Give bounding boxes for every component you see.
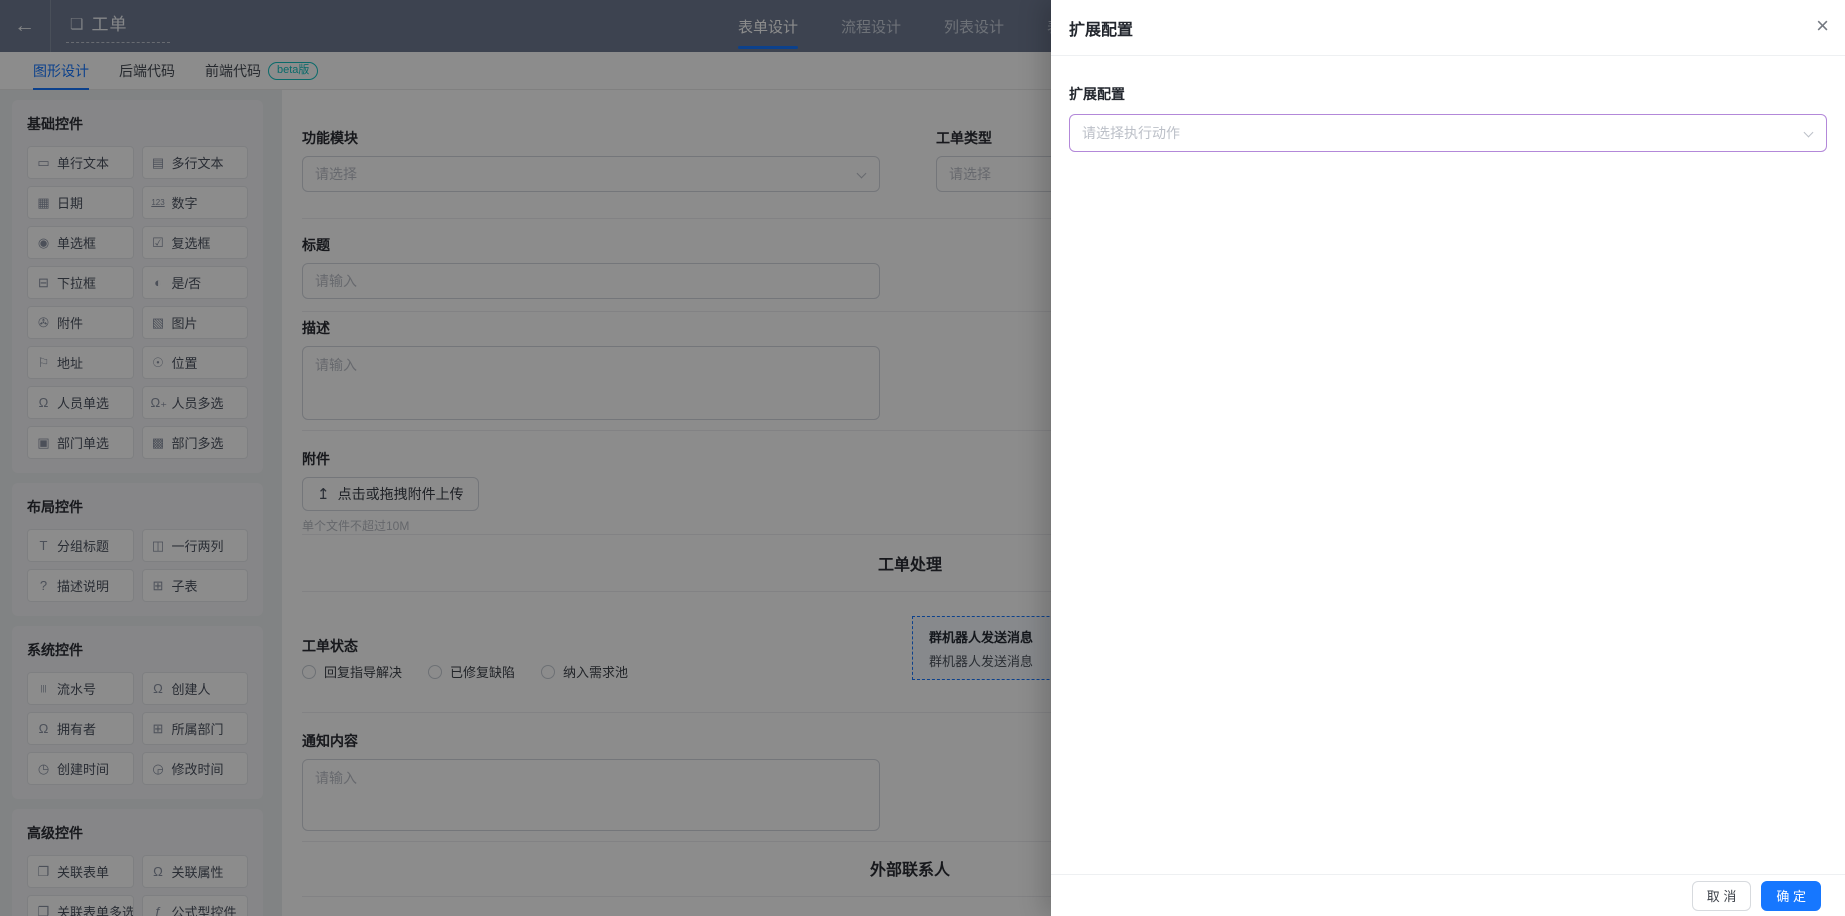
action-select[interactable]: 请选择执行动作 — [1069, 114, 1827, 152]
drawer-footer: 取 消 确 定 — [1051, 874, 1845, 916]
extension-config-drawer: 扩展配置 × 扩展配置 请选择执行动作 取 消 确 定 — [1051, 0, 1845, 916]
drawer-body: 扩展配置 请选择执行动作 — [1051, 56, 1845, 152]
drawer-field-label: 扩展配置 — [1069, 86, 1125, 102]
confirm-button[interactable]: 确 定 — [1761, 880, 1821, 911]
drawer-title: 扩展配置 — [1069, 21, 1134, 39]
drawer-header: 扩展配置 × — [1051, 0, 1845, 56]
close-icon[interactable]: × — [1816, 14, 1829, 38]
action-select-placeholder: 请选择执行动作 — [1082, 125, 1180, 141]
drawer-mask[interactable] — [0, 0, 1051, 916]
cancel-button[interactable]: 取 消 — [1691, 880, 1752, 911]
chevron-down-icon — [1803, 127, 1814, 138]
